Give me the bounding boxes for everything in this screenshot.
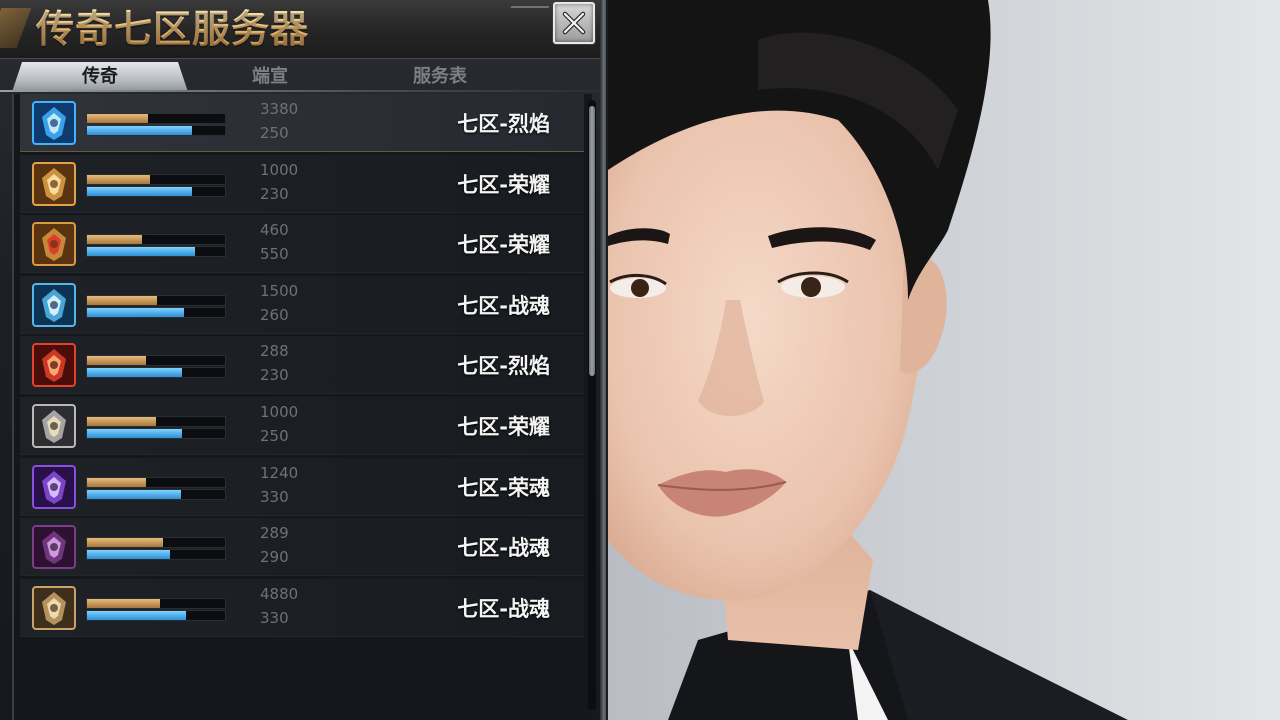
blue-progress-fill xyxy=(87,610,187,620)
tab-legend[interactable]: 传奇 xyxy=(12,62,188,92)
server-stat-primary: 1240 xyxy=(260,463,299,482)
server-stat-secondary: 330 xyxy=(260,608,289,627)
server-stat-primary: 460 xyxy=(260,221,289,240)
gold-progress-fill xyxy=(87,235,143,245)
gold-progress-fill xyxy=(87,477,147,487)
server-stat-secondary: 250 xyxy=(260,426,289,445)
panel-edge xyxy=(600,0,606,720)
server-row[interactable]: 289 290 七区-战魂 xyxy=(20,518,584,577)
blue-progress-bar xyxy=(86,125,226,136)
portrait-illustration xyxy=(608,0,1280,720)
tab-server-table[interactable]: 服务表 xyxy=(360,62,520,92)
screen: 传奇七区服务器 传奇 端宣 服务表 3380 250 七区-烈焰 1000 230 七区-… xyxy=(0,0,1280,720)
server-row[interactable]: 3380 250 七区-烈焰 xyxy=(20,94,584,152)
server-stat-secondary: 330 xyxy=(260,487,289,506)
server-name: 七区-荣耀 xyxy=(457,414,550,439)
server-name: 七区-荣耀 xyxy=(457,172,550,197)
server-stat-secondary: 550 xyxy=(260,245,289,264)
close-icon xyxy=(562,11,586,35)
server-row[interactable]: 1500 260 七区-战魂 xyxy=(20,275,584,334)
blue-progress-fill xyxy=(87,428,183,438)
header-ornament xyxy=(0,8,32,48)
purple-arcane-emblem-icon xyxy=(32,464,76,509)
gold-progress-bar xyxy=(86,415,226,427)
server-stat-primary: 4880 xyxy=(260,584,299,603)
server-stat-secondary: 290 xyxy=(260,548,289,567)
server-row[interactable]: 460 550 七区-荣耀 xyxy=(20,215,584,274)
server-row[interactable]: 288 230 七区-烈焰 xyxy=(20,336,584,395)
blue-frost-emblem-icon xyxy=(32,282,76,327)
blue-progress-fill xyxy=(87,126,192,135)
gold-progress-fill xyxy=(87,598,161,608)
server-stat-primary: 1500 xyxy=(260,281,299,300)
server-stat-primary: 288 xyxy=(260,342,289,361)
server-stat-primary: 1000 xyxy=(260,402,299,421)
server-stat-secondary: 230 xyxy=(260,184,289,203)
red-flame-emblem-icon xyxy=(32,343,76,388)
server-stat-secondary: 260 xyxy=(260,305,289,324)
blue-progress-bar xyxy=(86,246,226,258)
blue-crystal-emblem-icon xyxy=(32,101,76,145)
server-stat-primary: 289 xyxy=(260,524,289,543)
panel-title: 传奇七区服务器 xyxy=(36,2,309,56)
gold-progress-bar xyxy=(86,294,226,306)
blue-progress-fill xyxy=(87,368,183,378)
portrait-photo xyxy=(608,0,1280,720)
gold-progress-bar xyxy=(86,234,226,246)
blue-progress-bar xyxy=(86,427,226,439)
gold-progress-fill xyxy=(87,114,148,123)
gold-progress-bar xyxy=(86,355,226,367)
server-name: 七区-荣魂 xyxy=(457,475,550,500)
blue-progress-bar xyxy=(86,609,226,621)
server-row[interactable]: 4880 330 七区-战魂 xyxy=(20,578,584,637)
gold-progress-fill xyxy=(87,416,156,426)
server-name: 七区-烈焰 xyxy=(457,354,550,379)
server-row[interactable]: 1240 330 七区-荣魂 xyxy=(20,457,584,516)
blue-progress-bar xyxy=(86,488,226,500)
server-stat-primary: 3380 xyxy=(260,100,299,118)
blue-progress-bar xyxy=(86,185,226,197)
blue-progress-fill xyxy=(87,186,192,196)
gold-progress-bar xyxy=(86,173,226,185)
gold-shield-emblem-icon xyxy=(32,585,76,630)
blue-progress-fill xyxy=(87,247,195,257)
tab-underline xyxy=(0,90,606,92)
blue-progress-fill xyxy=(87,489,181,499)
blue-progress-fill xyxy=(87,550,170,560)
server-name: 七区-战魂 xyxy=(457,536,550,561)
server-name: 七区-战魂 xyxy=(457,293,550,318)
server-list: 3380 250 七区-烈焰 1000 230 七区-荣耀 460 550 七区-荣耀 1500 2… xyxy=(20,94,584,639)
server-name: 七区-烈焰 xyxy=(457,112,550,136)
scrollbar-thumb[interactable] xyxy=(589,106,595,376)
gold-progress-fill xyxy=(87,356,147,366)
server-row[interactable]: 1000 250 七区-荣耀 xyxy=(20,396,584,455)
gold-progress-bar xyxy=(86,113,226,124)
server-stat-primary: 1000 xyxy=(260,160,299,179)
close-button[interactable] xyxy=(553,2,595,44)
blue-progress-bar xyxy=(86,367,226,379)
gold-progress-fill xyxy=(87,174,151,184)
silver-crossed-swords-emblem-icon xyxy=(32,403,76,448)
purple-demon-emblem-icon xyxy=(32,525,76,570)
gold-progress-fill xyxy=(87,295,158,305)
server-row[interactable]: 1000 230 七区-荣耀 xyxy=(20,154,584,213)
blue-progress-fill xyxy=(87,307,184,317)
tab-second[interactable]: 端宣 xyxy=(200,62,340,92)
server-select-panel: 传奇七区服务器 传奇 端宣 服务表 3380 250 七区-烈焰 1000 230 七区-… xyxy=(0,0,606,720)
server-name: 七区-战魂 xyxy=(457,596,550,621)
server-stat-secondary: 230 xyxy=(260,366,289,385)
server-name: 七区-荣耀 xyxy=(457,233,550,258)
blue-progress-bar xyxy=(86,306,226,318)
gold-progress-bar xyxy=(86,537,226,549)
panel-header: 传奇七区服务器 xyxy=(0,0,606,59)
gold-red-gem-emblem-icon xyxy=(32,222,76,267)
gold-dragon-emblem-icon xyxy=(32,161,76,206)
gold-progress-fill xyxy=(87,538,163,548)
blue-progress-bar xyxy=(86,549,226,561)
gold-progress-bar xyxy=(86,597,226,609)
server-stat-secondary: 250 xyxy=(260,124,289,142)
gold-progress-bar xyxy=(86,476,226,488)
server-list-frame: 3380 250 七区-烈焰 1000 230 七区-荣耀 460 550 七区-荣耀 1500 2… xyxy=(12,94,592,720)
header-decoration xyxy=(504,6,550,18)
